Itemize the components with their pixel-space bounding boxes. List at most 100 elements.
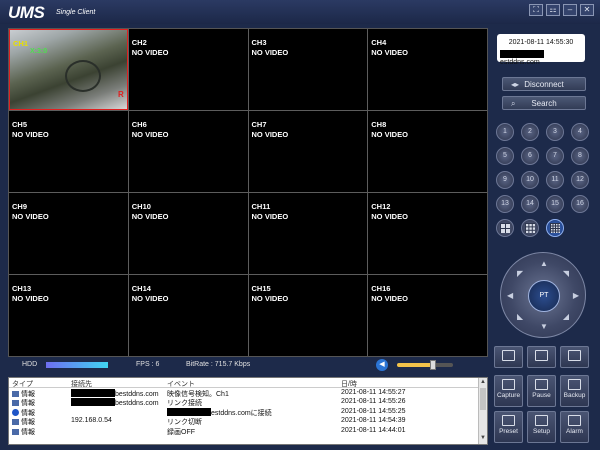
channel-1-button[interactable]: 1 <box>496 123 514 141</box>
channel-3-button[interactable]: 3 <box>546 123 564 141</box>
channel-14-button[interactable]: 14 <box>521 195 539 213</box>
ptz-center-button[interactable]: PT <box>528 280 560 312</box>
setup-button[interactable]: Setup <box>527 411 556 443</box>
no-video-status: NO VIDEO <box>12 294 49 303</box>
ptz-down-right-icon[interactable]: ◢ <box>563 312 569 321</box>
close-button[interactable]: ✕ <box>580 4 594 16</box>
capture-button[interactable]: Capture <box>494 375 523 407</box>
channel-label: CH14 <box>131 284 151 293</box>
no-video-status: NO VIDEO <box>371 48 408 57</box>
disconnect-label: Disconnect <box>524 80 564 89</box>
channel-13-button[interactable]: 13 <box>496 195 514 213</box>
playback-button[interactable] <box>494 346 523 368</box>
grid-3x3-icon <box>525 223 535 233</box>
scroll-up-icon[interactable]: ▲ <box>479 379 487 387</box>
fullscreen-button[interactable]: ⛶ <box>529 4 543 16</box>
minimize-button[interactable]: – <box>563 4 577 16</box>
ptz-right-icon[interactable]: ▶ <box>573 291 579 300</box>
channel-2-button[interactable]: 2 <box>521 123 539 141</box>
video-cell-ch5[interactable]: CH5 NO VIDEO <box>9 111 128 192</box>
log-row[interactable]: 情報 録画OFF 2021-08-11 14:44:01 <box>9 426 487 436</box>
channel-16-button[interactable]: 16 <box>571 195 589 213</box>
pause-icon <box>535 379 548 390</box>
layout-3x3-button[interactable] <box>521 219 539 237</box>
ptz-up-left-icon[interactable]: ◤ <box>517 269 523 278</box>
video-cell-ch9[interactable]: CH9 NO VIDEO <box>9 193 128 274</box>
video-cell-ch2[interactable]: CH2 NO VIDEO <box>128 29 248 110</box>
fps-readout: FPS : 6 <box>136 361 160 368</box>
preset-button[interactable]: Preset <box>494 411 523 443</box>
channel-4-button[interactable]: 4 <box>571 123 589 141</box>
channel-11-button[interactable]: 11 <box>546 171 564 189</box>
video-cell-ch13[interactable]: CH13 NO VIDEO <box>9 275 128 356</box>
video-cell-ch3[interactable]: CH3 NO VIDEO <box>248 29 368 110</box>
video-cell-ch1[interactable]: X:3:0 R CH1 <box>9 29 128 110</box>
backup-label: Backup <box>563 392 586 399</box>
channel-9-button[interactable]: 9 <box>496 171 514 189</box>
log-row[interactable]: 情報 192.168.0.54 リンク切断 2021-08-11 14:54:39 <box>9 416 487 426</box>
ptz-down-left-icon[interactable]: ◣ <box>517 312 523 321</box>
list-button[interactable] <box>560 346 589 368</box>
pause-button[interactable]: Pause <box>527 375 556 407</box>
layout-2x2-button[interactable] <box>496 219 514 237</box>
video-cell-ch16[interactable]: CH16 NO VIDEO <box>368 275 487 356</box>
log-row[interactable]: 情報 bestddns.com 映像信号検知。Ch1 2021-08-11 14:55… <box>9 388 487 398</box>
status-bar: HDD FPS : 6 BitRate : 715.7 Kbps ◀ <box>8 358 488 372</box>
layout-4x4-button[interactable] <box>546 219 564 237</box>
image-button[interactable] <box>527 346 556 368</box>
ptz-left-icon[interactable]: ◀ <box>507 291 513 300</box>
volume-icon[interactable]: ◀ <box>376 359 388 371</box>
channel-6-button[interactable]: 6 <box>521 147 539 165</box>
video-cell-ch10[interactable]: CH10 NO VIDEO <box>128 193 248 274</box>
channel-15-button[interactable]: 15 <box>546 195 564 213</box>
event-log: タイプ 接続先 イベント 日/時 情報 bestddns.com 映像信号検知。Ch… <box>8 377 488 445</box>
video-cell-ch11[interactable]: CH11 NO VIDEO <box>248 193 368 274</box>
capture-icon <box>502 379 515 390</box>
current-datetime: 2021-08-11 14:55:30 <box>508 39 574 46</box>
channel-12-button[interactable]: 12 <box>571 171 589 189</box>
channel-label: CH11 <box>251 202 271 211</box>
backup-button[interactable]: Backup <box>560 375 589 407</box>
backup-icon <box>568 379 581 390</box>
layout-button[interactable]: ⚏ <box>546 4 560 16</box>
no-video-status: NO VIDEO <box>371 130 408 139</box>
alarm-button[interactable]: Alarm <box>560 411 589 443</box>
channel-label: CH10 <box>131 202 151 211</box>
event-log-header: タイプ 接続先 イベント 日/時 <box>9 378 487 388</box>
video-cell-ch7[interactable]: CH7 NO VIDEO <box>248 111 368 192</box>
volume-slider[interactable] <box>397 363 453 367</box>
no-video-status: NO VIDEO <box>371 212 408 221</box>
channel-label: CH12 <box>371 202 391 211</box>
volume-slider-handle[interactable] <box>430 360 436 370</box>
log-time: 2021-08-11 14:54:39 <box>341 417 406 424</box>
scroll-thumb[interactable] <box>480 388 486 410</box>
channel-label: CH5 <box>12 120 28 129</box>
channel-10-button[interactable]: 10 <box>521 171 539 189</box>
channel-label: CH2 <box>131 38 147 47</box>
channel-8-button[interactable]: 8 <box>571 147 589 165</box>
no-video-status: NO VIDEO <box>131 294 169 303</box>
video-cell-ch4[interactable]: CH4 NO VIDEO <box>368 29 487 110</box>
event-log-scrollbar[interactable]: ▲ ▼ <box>478 378 487 444</box>
no-video-status: NO VIDEO <box>251 212 289 221</box>
disconnect-button[interactable]: ◂▸ Disconnect <box>502 77 586 91</box>
setup-label: Setup <box>533 428 550 435</box>
video-cell-ch14[interactable]: CH14 NO VIDEO <box>128 275 248 356</box>
event-icon <box>12 428 19 435</box>
no-video-status: NO VIDEO <box>251 294 289 303</box>
playback-icon <box>502 350 515 361</box>
video-cell-ch8[interactable]: CH8 NO VIDEO <box>368 111 487 192</box>
video-cell-ch6[interactable]: CH6 NO VIDEO <box>128 111 248 192</box>
scroll-down-icon[interactable]: ▼ <box>479 435 487 443</box>
video-cell-ch15[interactable]: CH15 NO VIDEO <box>248 275 368 356</box>
video-cell-ch12[interactable]: CH12 NO VIDEO <box>368 193 487 274</box>
log-row[interactable]: 情報 bestddns.com リンク接続 2021-08-11 14:55:26 <box>9 397 487 407</box>
ptz-down-icon[interactable]: ▼ <box>540 322 548 331</box>
grid-2x2-icon <box>500 223 510 233</box>
search-button[interactable]: ⌕ Search <box>502 96 586 110</box>
channel-5-button[interactable]: 5 <box>496 147 514 165</box>
channel-7-button[interactable]: 7 <box>546 147 564 165</box>
log-row[interactable]: 情報 estddns.comに接続 2021-08-11 14:55:25 <box>9 407 487 417</box>
ptz-up-icon[interactable]: ▲ <box>540 259 548 268</box>
ptz-up-right-icon[interactable]: ◥ <box>563 269 569 278</box>
